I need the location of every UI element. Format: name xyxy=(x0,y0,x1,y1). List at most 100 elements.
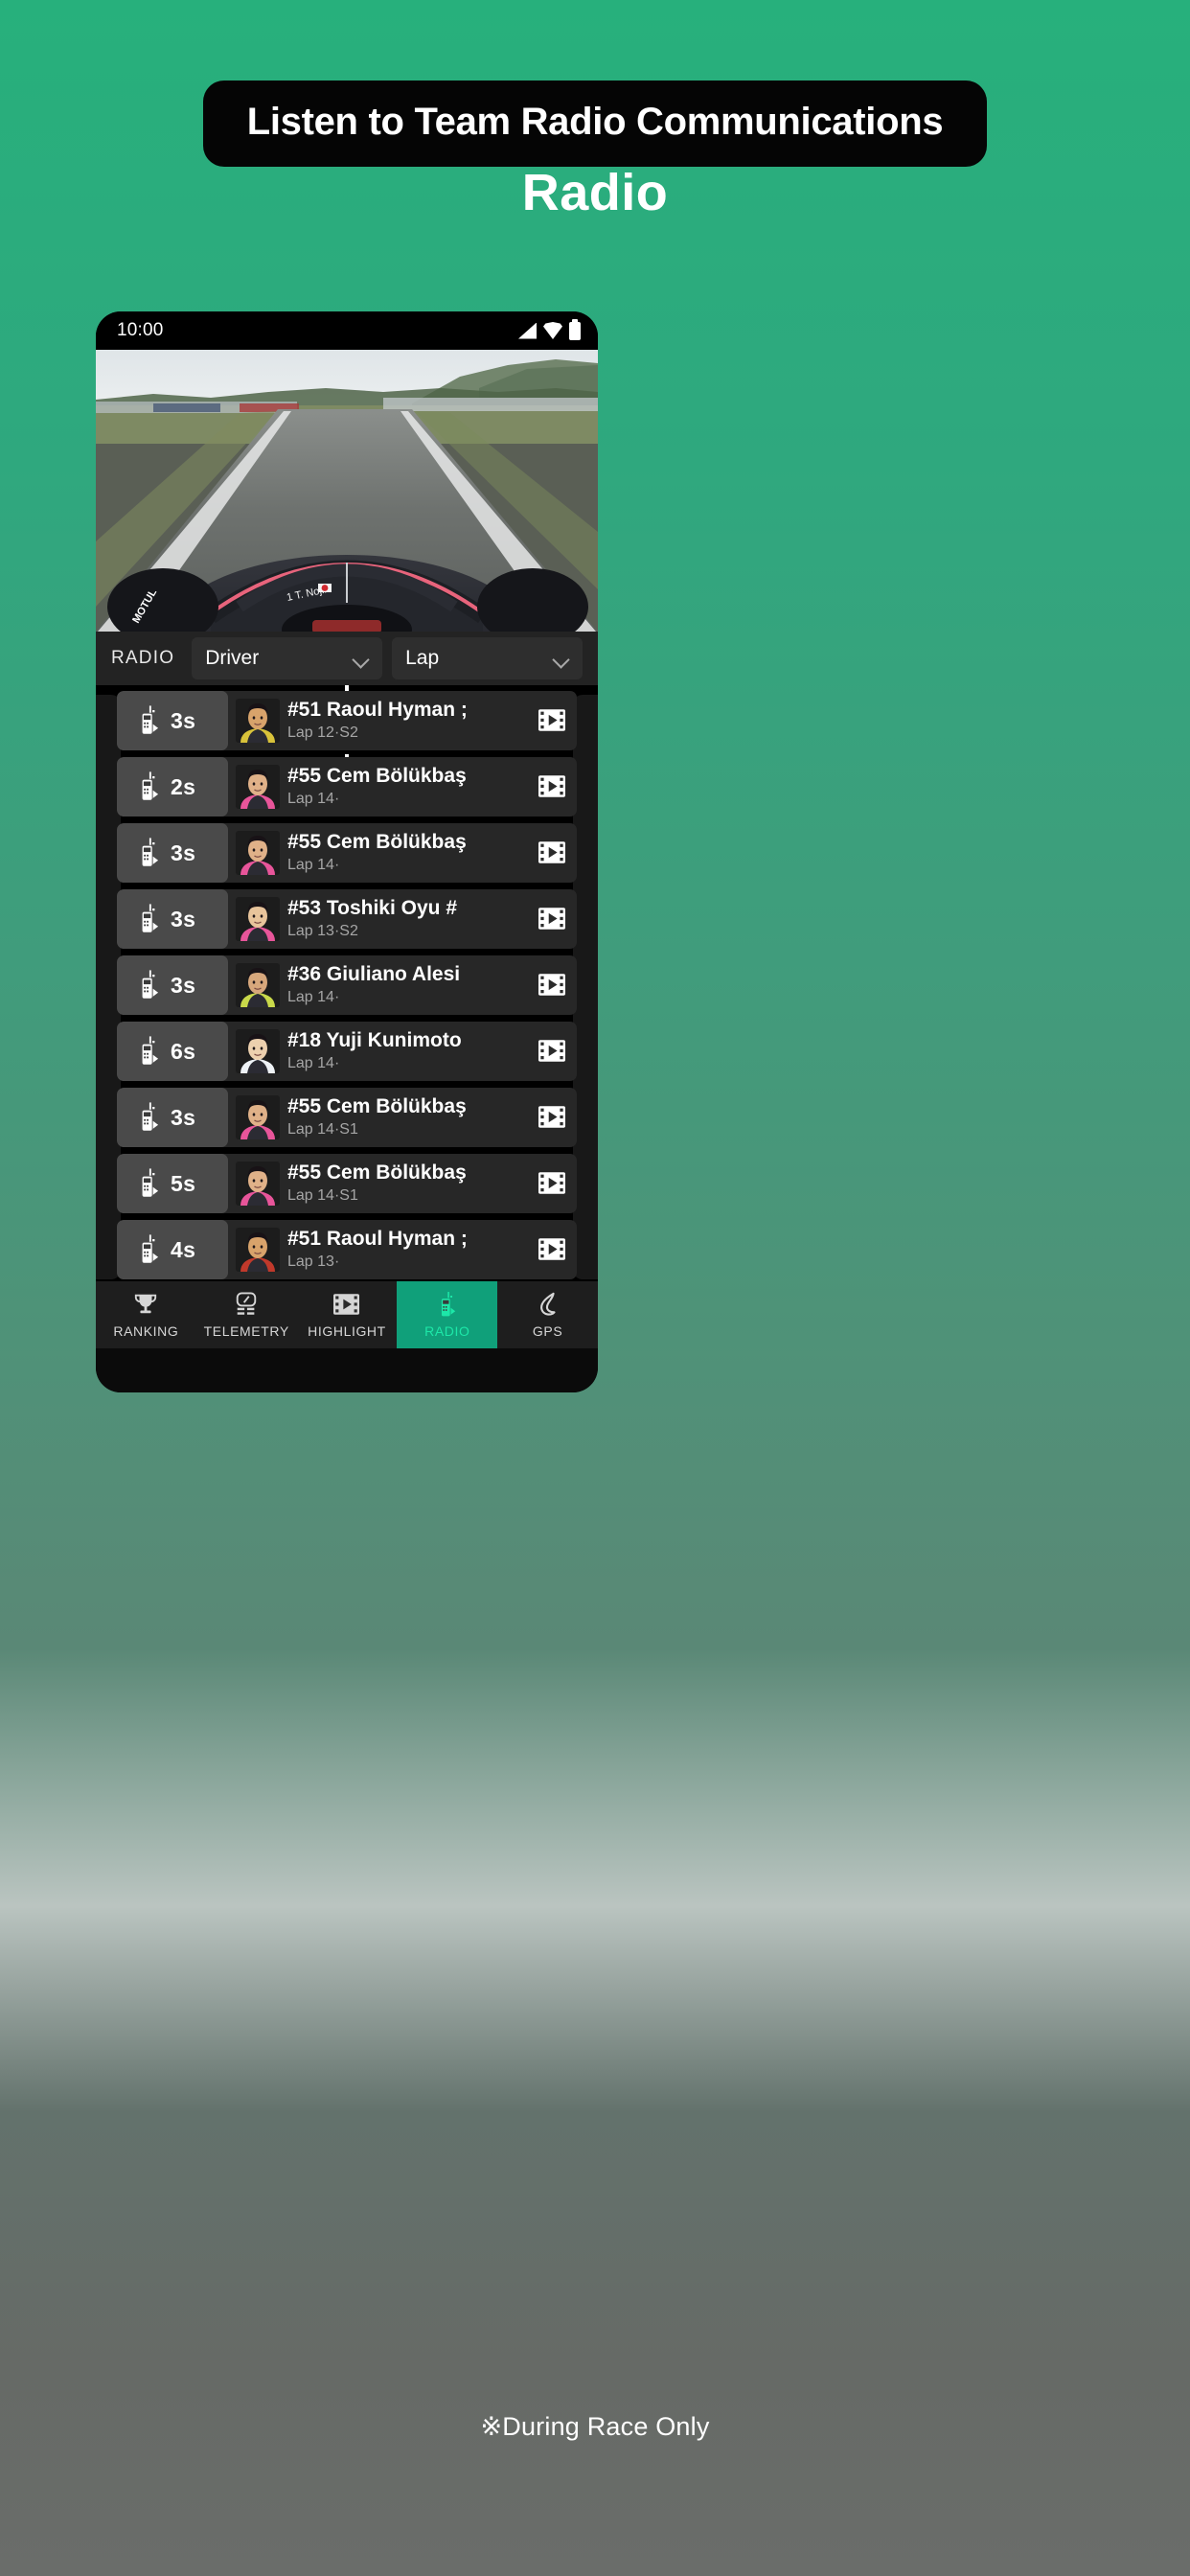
radio-row[interactable]: 3s #55 Cem Bölükbaş Lap 14· xyxy=(117,823,577,883)
radio-row-content[interactable]: #36 Giuliano Alesi Lap 14· xyxy=(228,955,577,1015)
film-icon xyxy=(333,1291,360,1318)
walkie-talkie-icon xyxy=(438,1291,456,1318)
nav-item-ranking[interactable]: RANKING xyxy=(96,1281,196,1348)
film-play-icon[interactable] xyxy=(538,1106,565,1129)
header-banner: Listen to Team Radio Communications xyxy=(0,80,1190,167)
driver-avatar xyxy=(236,831,280,875)
gps-track-icon xyxy=(536,1291,561,1318)
radio-row-content[interactable]: #55 Cem Bölükbaş Lap 14·S1 xyxy=(228,1088,577,1147)
radio-row[interactable]: 3s #53 Toshiki Oyu # Lap 13·S2 xyxy=(117,889,577,949)
film-play-icon[interactable] xyxy=(538,974,565,997)
lap-label: Lap 14· xyxy=(287,1054,340,1071)
film-play-icon[interactable] xyxy=(538,1040,565,1063)
radio-row[interactable]: 3s #36 Giuliano Alesi Lap 14· xyxy=(117,955,577,1015)
driver-name-label: #36 Giuliano Alesi xyxy=(287,963,461,986)
driver-avatar xyxy=(236,765,280,809)
film-play-icon[interactable] xyxy=(538,775,565,798)
radio-row-content[interactable]: #51 Raoul Hyman ; Lap 12·S2 xyxy=(228,691,577,750)
nav-item-gps[interactable]: GPS xyxy=(497,1281,598,1348)
radio-row[interactable]: 4s #51 Raoul Hyman ; Lap 13· xyxy=(117,1220,577,1279)
radio-row-content[interactable]: #53 Toshiki Oyu # Lap 13·S2 xyxy=(228,889,577,949)
radio-duration-badge[interactable]: 3s xyxy=(117,691,228,750)
radio-row-text: #55 Cem Bölükbaş Lap 14·S1 xyxy=(280,1094,538,1139)
lap-label: Lap 14·S1 xyxy=(287,1186,358,1204)
lap-label: Lap 13·S2 xyxy=(287,922,358,939)
radio-message-list[interactable]: 3s #51 Raoul Hyman ; Lap 12·S2 2s #55 Cem Bö… xyxy=(96,685,598,1281)
radio-duration-badge[interactable]: 3s xyxy=(117,889,228,949)
radio-duration-label: 5s xyxy=(171,1170,196,1196)
radio-duration-badge[interactable]: 6s xyxy=(117,1022,228,1081)
onboard-camera-frame: 1 T. Nojiri MOTUL xyxy=(96,350,598,632)
walkie-talkie-icon xyxy=(138,1168,159,1199)
film-play-icon[interactable] xyxy=(538,709,565,732)
driver-name-label: #53 Toshiki Oyu # xyxy=(287,897,458,920)
signal-icon xyxy=(518,322,537,339)
radio-duration-label: 3s xyxy=(171,707,196,733)
radio-row[interactable]: 5s #55 Cem Bölükbaş Lap 14·S1 xyxy=(117,1154,577,1213)
film-play-icon[interactable] xyxy=(538,841,565,864)
status-icons xyxy=(518,318,581,340)
radio-row-text: #55 Cem Bölükbaş Lap 14·S1 xyxy=(280,1161,538,1206)
walkie-talkie-icon xyxy=(138,771,159,802)
film-play-icon[interactable] xyxy=(538,1238,565,1261)
walkie-talkie-icon xyxy=(138,970,159,1000)
radio-row-content[interactable]: #55 Cem Bölükbaş Lap 14· xyxy=(228,823,577,883)
driver-avatar xyxy=(236,1029,280,1073)
walkie-talkie-icon xyxy=(138,1036,159,1067)
driver-name-label: #51 Raoul Hyman ; xyxy=(287,1228,468,1251)
walkie-talkie-icon xyxy=(138,838,159,868)
wifi-icon xyxy=(543,322,562,339)
driver-name-label: #18 Yuji Kunimoto xyxy=(287,1029,462,1052)
radio-duration-badge[interactable]: 3s xyxy=(117,823,228,883)
radio-row-text: #55 Cem Bölükbaş Lap 14· xyxy=(280,830,538,875)
radio-duration-badge[interactable]: 5s xyxy=(117,1154,228,1213)
driver-avatar xyxy=(236,1162,280,1206)
walkie-talkie-icon xyxy=(138,705,159,736)
nav-item-label: RADIO xyxy=(424,1323,470,1339)
nav-item-telemetry[interactable]: TELEMETRY xyxy=(196,1281,297,1348)
bottom-navigation-bar: RANKING TELEMETRY HIGHLIGHT RADIO GPS xyxy=(96,1281,598,1348)
radio-row-text: #51 Raoul Hyman ; Lap 12·S2 xyxy=(280,698,538,743)
radio-row-content[interactable]: #55 Cem Bölükbaş Lap 14·S1 xyxy=(228,1154,577,1213)
driver-name-label: #55 Cem Bölükbaş xyxy=(287,1162,467,1184)
radio-row-content[interactable]: #55 Cem Bölükbaş Lap 14· xyxy=(228,757,577,816)
film-play-icon[interactable] xyxy=(538,908,565,931)
radio-duration-badge[interactable]: 4s xyxy=(117,1220,228,1279)
nav-item-radio[interactable]: RADIO xyxy=(397,1281,498,1348)
lap-filter-value: Lap xyxy=(405,647,440,669)
radio-row[interactable]: 2s #55 Cem Bölükbaş Lap 14· xyxy=(117,757,577,816)
film-play-icon[interactable] xyxy=(538,1172,565,1195)
walkie-talkie-icon xyxy=(138,1234,159,1265)
driver-avatar xyxy=(236,897,280,941)
battery-icon xyxy=(569,318,581,340)
lap-label: Lap 14· xyxy=(287,856,340,873)
footer-note: ※During Race Only xyxy=(480,2412,710,2441)
radio-row[interactable]: 6s #18 Yuji Kunimoto Lap 14· xyxy=(117,1022,577,1081)
radio-duration-badge[interactable]: 3s xyxy=(117,1088,228,1147)
radio-duration-badge[interactable]: 3s xyxy=(117,955,228,1015)
lap-filter-dropdown[interactable]: Lap xyxy=(392,637,583,679)
radio-row-content[interactable]: #51 Raoul Hyman ; Lap 13· xyxy=(228,1220,577,1279)
onboard-video-player[interactable]: 1 T. Nojiri MOTUL xyxy=(96,350,598,632)
radio-row-text: #55 Cem Bölükbaş Lap 14· xyxy=(280,764,538,809)
radio-row[interactable]: 3s #55 Cem Bölükbaş Lap 14·S1 xyxy=(117,1088,577,1147)
phone-bottom-bezel xyxy=(96,1348,598,1392)
chevron-down-icon xyxy=(353,654,369,663)
lap-label: Lap 13· xyxy=(287,1253,340,1270)
driver-filter-value: Driver xyxy=(205,647,260,669)
walkie-talkie-icon xyxy=(138,1102,159,1133)
driver-filter-dropdown[interactable]: Driver xyxy=(192,637,383,679)
radio-duration-badge[interactable]: 2s xyxy=(117,757,228,816)
radio-row[interactable]: 3s #51 Raoul Hyman ; Lap 12·S2 xyxy=(117,691,577,750)
walkie-talkie-icon xyxy=(138,904,159,934)
radio-row-text: #18 Yuji Kunimoto Lap 14· xyxy=(280,1028,538,1073)
radio-row-text: #36 Giuliano Alesi Lap 14· xyxy=(280,962,538,1007)
driver-name-label: #55 Cem Bölükbaş xyxy=(287,831,467,854)
radio-row-content[interactable]: #18 Yuji Kunimoto Lap 14· xyxy=(228,1022,577,1081)
lap-label: Lap 14· xyxy=(287,790,340,807)
lap-label: Lap 14· xyxy=(287,988,340,1005)
radio-rows-container: 3s #51 Raoul Hyman ; Lap 12·S2 2s #55 Cem Bö… xyxy=(96,691,598,1279)
nav-item-label: TELEMETRY xyxy=(203,1323,289,1339)
radio-row-text: #53 Toshiki Oyu # Lap 13·S2 xyxy=(280,896,538,941)
nav-item-highlight[interactable]: HIGHLIGHT xyxy=(297,1281,398,1348)
